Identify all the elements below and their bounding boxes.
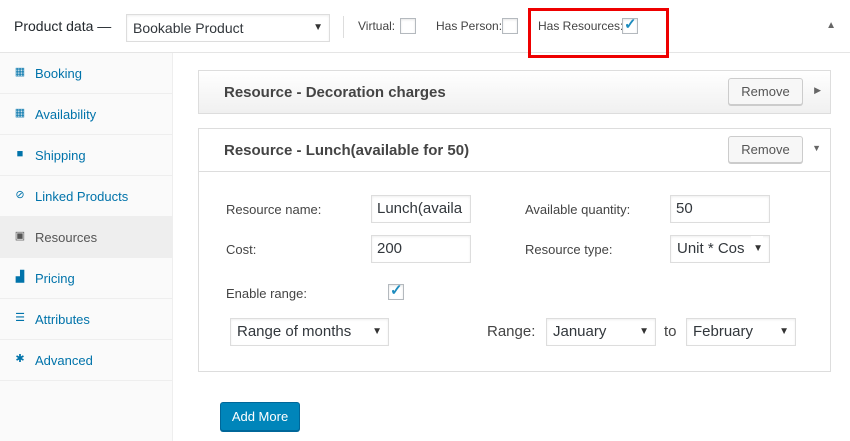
has-person-label: Has Person:	[436, 19, 503, 33]
available-quantity-input[interactable]: 50	[670, 195, 770, 223]
sidebar-item-pricing[interactable]: ▟ Pricing	[0, 258, 173, 299]
list-icon: ☰	[15, 312, 25, 324]
range-from-value: January	[553, 323, 607, 340]
sidebar-item-booking[interactable]: ▦ Booking	[0, 53, 173, 94]
chart-icon: ▟	[15, 271, 25, 283]
product-data-tabs: ▦ Booking ▦ Availability ■ Shipping ⊘ Li…	[0, 53, 173, 441]
checkmark-icon: ✓	[390, 282, 403, 299]
chevron-down-icon: ▼	[779, 326, 789, 337]
gear-icon: ✱	[15, 353, 25, 365]
chevron-down-icon: ▼	[313, 22, 323, 33]
cost-input[interactable]: 200	[371, 235, 471, 263]
add-more-button[interactable]: Add More	[220, 402, 300, 431]
product-type-value: Bookable Product	[133, 20, 244, 36]
range-label: Range:	[487, 323, 536, 340]
enable-range-label: Enable range:	[226, 286, 307, 301]
product-data-header: Product data — Bookable Product ▼ Virtua…	[0, 0, 850, 53]
resource-type-label: Resource type:	[525, 242, 613, 257]
resource-type-value: Unit * Cos	[677, 240, 745, 257]
resource-name-input[interactable]: Lunch(availa	[371, 195, 471, 223]
available-quantity-label: Available quantity:	[525, 202, 631, 217]
virtual-label: Virtual:	[358, 19, 396, 33]
sidebar-item-linked-products[interactable]: ⊘ Linked Products	[0, 176, 173, 217]
sidebar-item-label: Shipping	[35, 148, 86, 163]
range-type-value: Range of months	[237, 323, 352, 340]
remove-button[interactable]: Remove	[728, 136, 803, 163]
has-person-checkbox[interactable]	[502, 18, 518, 34]
chevron-down-icon: ▼	[639, 326, 649, 337]
sidebar-item-resources[interactable]: ▣ Resources	[0, 217, 173, 258]
sidebar-item-availability[interactable]: ▦ Availability	[0, 94, 173, 135]
has-resources-highlight-box	[528, 8, 669, 58]
product-data-title: Product data —	[14, 18, 112, 34]
range-from-select[interactable]: January ▼	[546, 318, 656, 346]
sidebar-item-attributes[interactable]: ☰ Attributes	[0, 299, 173, 340]
resource-panel-header[interactable]: Resource - Lunch(available for 50) Remov…	[198, 128, 831, 172]
virtual-checkbox[interactable]	[400, 18, 416, 34]
resource-panel-body: Resource name: Lunch(availa Available qu…	[198, 172, 831, 372]
enable-range-checkbox[interactable]: ✓	[388, 282, 404, 300]
chevron-right-icon[interactable]: ▶	[814, 85, 821, 96]
calendar-icon: ▦	[14, 66, 26, 78]
remove-button[interactable]: Remove	[728, 78, 803, 105]
sidebar-item-label: Linked Products	[35, 189, 129, 204]
sidebar-item-label: Availability	[35, 107, 97, 122]
range-to-label: to	[664, 323, 677, 340]
calendar-icon: ▦	[14, 107, 26, 119]
product-type-select[interactable]: Bookable Product ▼	[126, 14, 330, 42]
truck-icon: ■	[16, 148, 24, 160]
range-type-select[interactable]: Range of months ▼	[230, 318, 389, 346]
sidebar-item-label: Pricing	[35, 271, 75, 286]
chevron-down-icon: ▼	[372, 326, 382, 337]
resource-title: Resource - Lunch(available for 50)	[224, 142, 470, 159]
chevron-down-icon: ▼	[751, 236, 763, 262]
sidebar-item-label: Resources	[35, 230, 98, 245]
collapse-panel-icon[interactable]: ▲	[826, 20, 836, 31]
sidebar-item-label: Advanced	[35, 353, 93, 368]
link-icon: ⊘	[15, 189, 25, 201]
resource-title: Resource - Decoration charges	[224, 84, 446, 101]
header-divider	[343, 16, 344, 38]
range-to-value: February	[693, 323, 754, 340]
briefcase-icon: ▣	[14, 230, 26, 242]
sidebar-item-label: Booking	[35, 66, 82, 81]
sidebar-item-label: Attributes	[35, 312, 90, 327]
resource-name-label: Resource name:	[226, 202, 322, 217]
range-to-select[interactable]: February ▼	[686, 318, 796, 346]
chevron-down-icon[interactable]: ▼	[812, 143, 821, 153]
resource-type-select[interactable]: Unit * Cos ▼	[670, 235, 770, 263]
sidebar-item-shipping[interactable]: ■ Shipping	[0, 135, 173, 176]
cost-label: Cost:	[226, 242, 257, 257]
resource-panel-header[interactable]: Resource - Decoration charges Remove ▶	[198, 70, 831, 114]
sidebar-item-advanced[interactable]: ✱ Advanced	[0, 340, 173, 381]
